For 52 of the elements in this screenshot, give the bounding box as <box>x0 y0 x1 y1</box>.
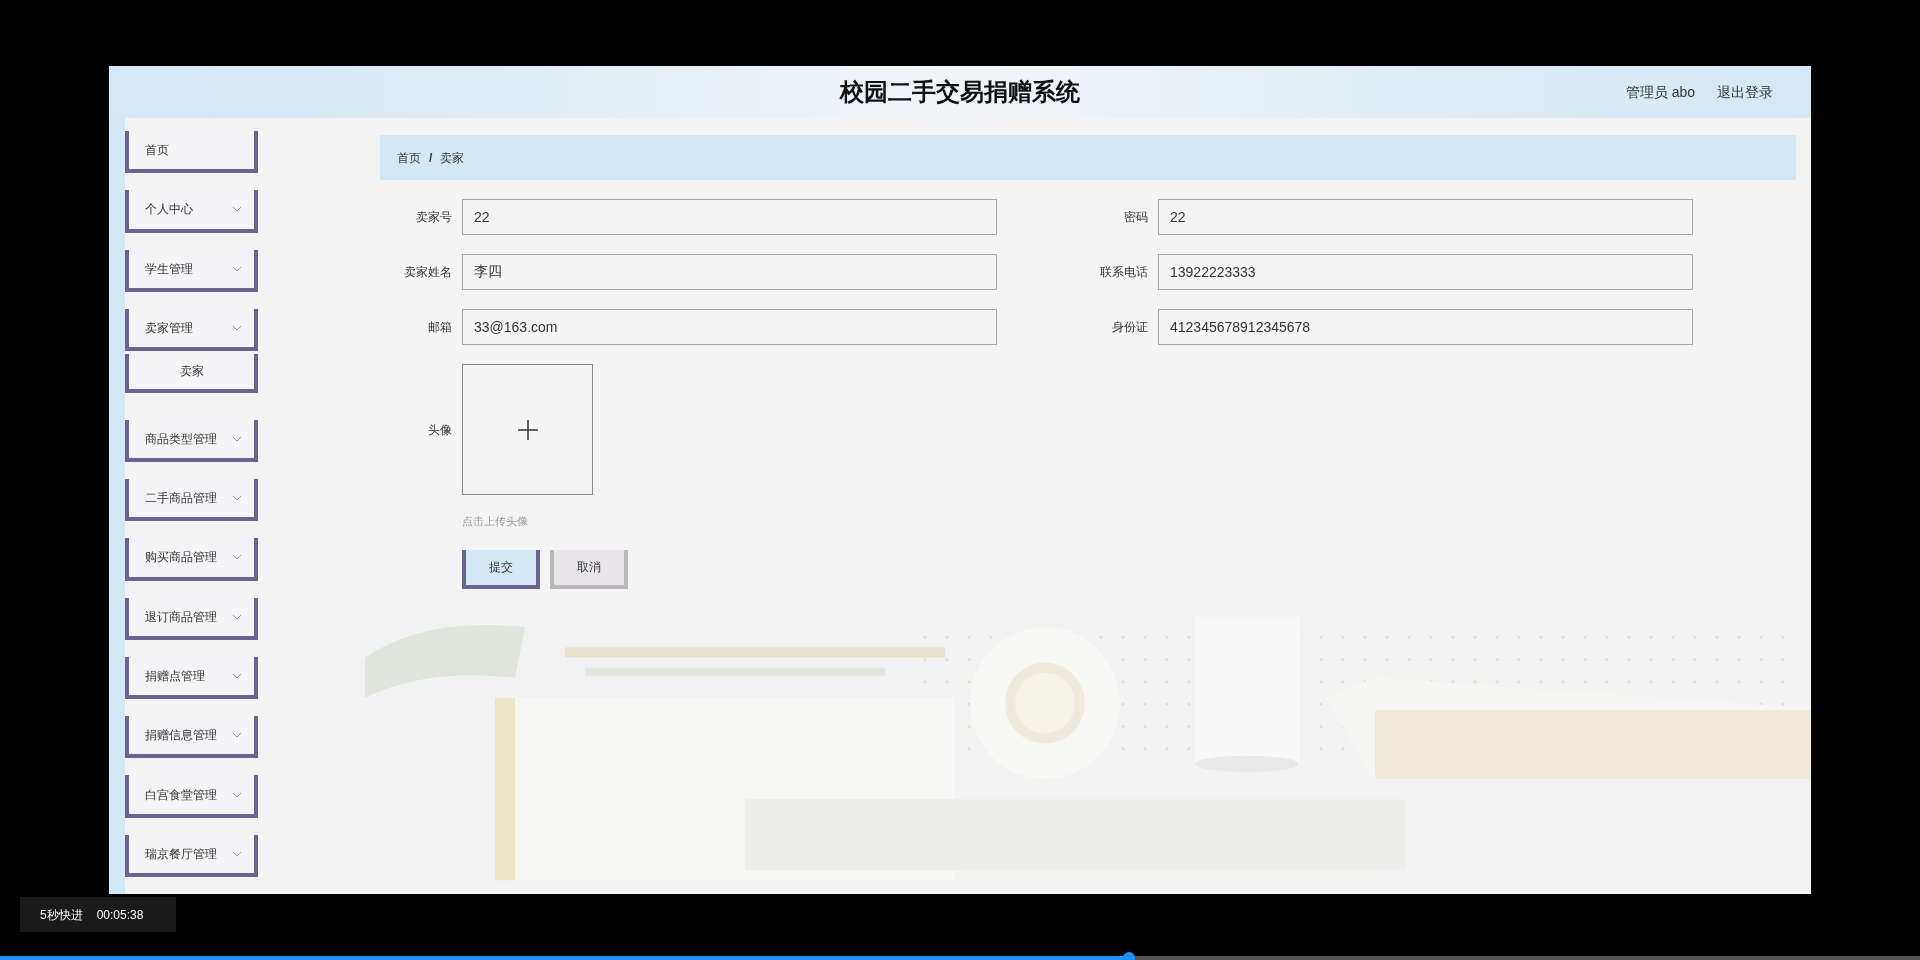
chevron-down-icon <box>232 554 242 561</box>
system-title: 校园二手交易捐赠系统 <box>840 77 1080 107</box>
breadcrumb-link[interactable]: 首页 <box>397 148 421 167</box>
sidebar-item[interactable]: 白宫食堂管理 <box>125 775 258 818</box>
progress-track[interactable] <box>0 956 1920 960</box>
chevron-down-icon <box>232 613 242 620</box>
chevron-down-icon <box>232 325 242 332</box>
chevron-down-icon <box>232 732 242 739</box>
sidebar-item[interactable]: 卖家管理 <box>125 308 258 352</box>
upload-hint: 点击上传头像 <box>462 515 528 527</box>
sidebar-item[interactable]: 退订商品管理 <box>125 597 258 640</box>
sidebar-item[interactable]: 捐赠点管理 <box>125 656 258 700</box>
field-label: 卖家号 <box>415 209 452 226</box>
field-label: 邮箱 <box>427 319 452 336</box>
sidebar-item[interactable]: 个人中心 <box>125 190 258 233</box>
input-field[interactable]: 412345678912345678 <box>1158 309 1693 345</box>
chevron-down-icon <box>232 265 242 272</box>
chevron-down-icon <box>232 495 242 502</box>
field-label: 密码 <box>1123 209 1148 226</box>
chevron-down-icon <box>232 673 242 679</box>
plus-icon <box>517 419 538 440</box>
skip-forward-button[interactable]: 5秒快进 <box>40 905 83 924</box>
sidebar-subitem[interactable]: 卖家 <box>125 354 258 393</box>
field-label: 卖家姓名 <box>403 264 452 281</box>
sidebar-item[interactable]: 商品类型管理 <box>125 419 258 462</box>
sidebar-item[interactable]: 瑞京餐厅管理 <box>125 834 258 878</box>
sidebar-item[interactable]: 捐赠信息管理 <box>125 716 258 759</box>
submit-button[interactable]: 提交 <box>462 549 540 589</box>
cancel-button[interactable]: 取消 <box>550 549 628 589</box>
logout-link[interactable]: 退出登录 <box>1717 81 1773 103</box>
chevron-down-icon <box>232 791 242 798</box>
sidebar-item[interactable]: 首页 <box>125 131 258 174</box>
user-label: 管理员 abo <box>1625 82 1695 102</box>
input-field[interactable]: 13922223333 <box>1158 254 1693 290</box>
input-field[interactable]: 22 <box>1158 199 1693 235</box>
progress-handle[interactable] <box>1122 952 1135 960</box>
input-field[interactable]: 李四 <box>462 254 997 290</box>
chevron-down-icon <box>232 206 242 213</box>
chevron-down-icon <box>232 850 242 857</box>
sidebar-item[interactable]: 学生管理 <box>125 249 258 292</box>
field-label: 头像 <box>427 421 452 439</box>
input-field[interactable]: 22 <box>462 199 997 235</box>
input-field[interactable]: 33@163.com <box>462 309 997 345</box>
sidebar-item[interactable]: 二手商品管理 <box>125 478 258 522</box>
field-label: 身份证 <box>1111 319 1148 336</box>
chevron-down-icon <box>232 435 242 442</box>
upload-box[interactable] <box>462 364 593 495</box>
playback-time: 00:05:38 <box>96 906 144 924</box>
field-label: 联系电话 <box>1099 264 1148 281</box>
breadcrumb-link[interactable]: 卖家 <box>440 148 465 167</box>
sidebar-item[interactable]: 购买商品管理 <box>125 538 258 581</box>
breadcrumb-separator: / <box>429 149 433 167</box>
